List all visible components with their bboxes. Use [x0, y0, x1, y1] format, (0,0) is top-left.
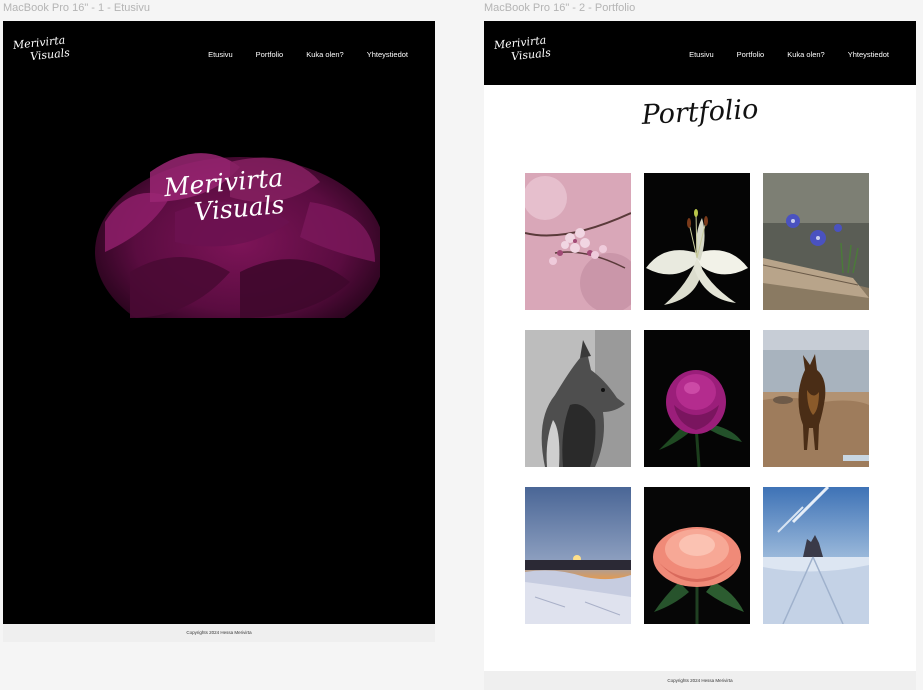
site-header: Merivirta Visuals Etusivu Portfolio Kuka… [484, 21, 916, 85]
peach-rose-photo[interactable] [644, 487, 750, 624]
blue-hepatica-photo[interactable] [763, 173, 869, 310]
bw-dog-portrait-photo[interactable] [525, 330, 631, 467]
main-nav: Etusivu Portfolio Kuka olen? Yhteystiedo… [666, 50, 889, 59]
portfolio-grid [525, 173, 871, 624]
site-logo[interactable]: Merivirta Visuals [493, 33, 552, 75]
nav-etusivu[interactable]: Etusivu [208, 50, 233, 59]
nav-kuka-olen[interactable]: Kuka olen? [787, 50, 825, 59]
nav-yhteystiedot[interactable]: Yhteystiedot [848, 50, 889, 59]
frame-label-portfolio: MacBook Pro 16" - 2 - Portfolio [484, 2, 636, 14]
nav-portfolio[interactable]: Portfolio [256, 50, 284, 59]
winter-sunset-photo[interactable] [525, 487, 631, 624]
site-header: Merivirta Visuals Etusivu Portfolio Kuka… [3, 21, 435, 85]
footer-portfolio: Copyrights 2024 Hessa Merivirta [484, 671, 916, 690]
cherry-blossom-photo[interactable] [525, 173, 631, 310]
frame-label-etusivu: MacBook Pro 16" - 1 - Etusivu [3, 2, 150, 14]
nav-etusivu[interactable]: Etusivu [689, 50, 714, 59]
nav-yhteystiedot[interactable]: Yhteystiedot [367, 50, 408, 59]
pink-peony-photo[interactable] [644, 330, 750, 467]
site-logo[interactable]: Merivirta Visuals [12, 33, 71, 75]
hero-title: Merivirta Visuals [163, 163, 287, 228]
snowy-landscape-photo[interactable] [763, 487, 869, 624]
frame-portfolio: Merivirta Visuals Etusivu Portfolio Kuka… [484, 21, 916, 690]
nav-portfolio[interactable]: Portfolio [737, 50, 765, 59]
page-title: Portfolio [640, 93, 760, 132]
footer-etusivu: Copyrights 2024 Hessa Merivirta [3, 624, 435, 642]
nav-kuka-olen[interactable]: Kuka olen? [306, 50, 344, 59]
white-lily-photo[interactable] [644, 173, 750, 310]
main-nav: Etusivu Portfolio Kuka olen? Yhteystiedo… [185, 50, 408, 59]
frame-etusivu: Merivirta Visuals Etusivu Portfolio Kuka… [3, 21, 435, 641]
dog-on-beach-photo[interactable] [763, 330, 869, 467]
